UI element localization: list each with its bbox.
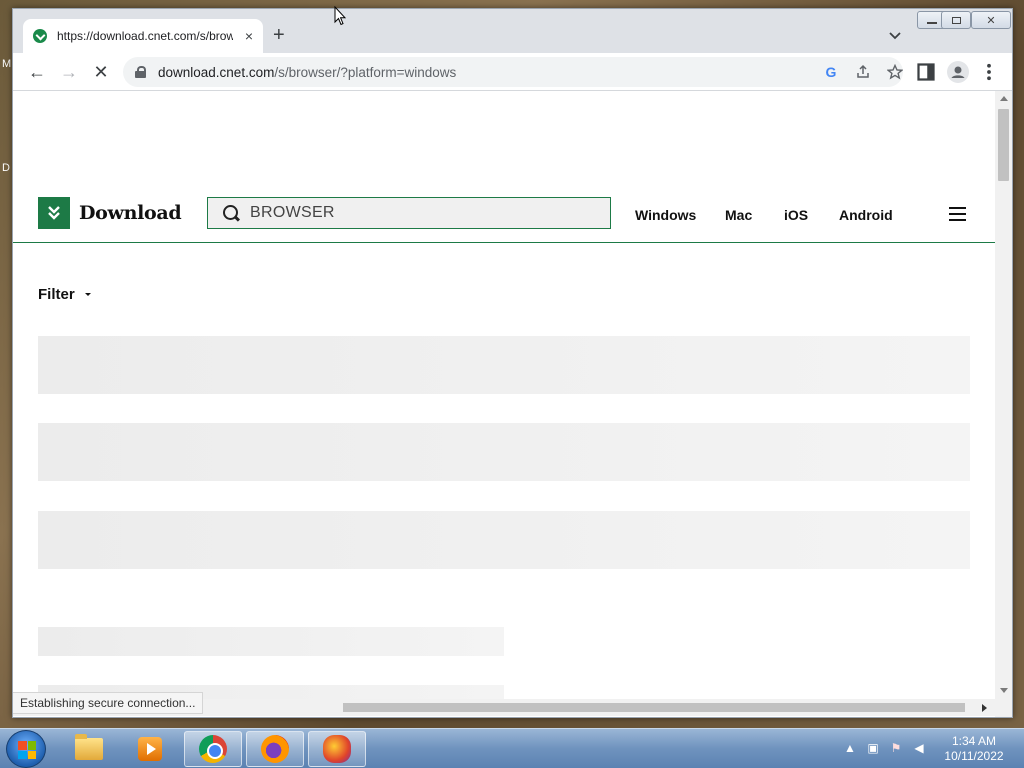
lock-icon[interactable] xyxy=(135,66,146,78)
status-bubble: Establishing secure connection... xyxy=(13,692,204,714)
network-icon[interactable]: ▣ xyxy=(866,741,880,755)
action-center-flag-icon[interactable]: ⚑ xyxy=(889,741,903,755)
windows-logo-icon xyxy=(18,741,36,759)
web-page: Download BROWSER Windows Mac iOS Android… xyxy=(13,91,995,717)
volume-icon[interactable]: ◀ xyxy=(912,741,926,755)
start-button[interactable] xyxy=(6,730,46,768)
browser-toolbar: ← → ✕ download.cnet.com/s/browser/?platf… xyxy=(13,53,1012,91)
hamburger-menu-icon[interactable] xyxy=(949,207,966,221)
filter-label: Filter xyxy=(38,286,75,303)
firefox-icon xyxy=(261,735,289,763)
side-panel-icon[interactable] xyxy=(916,62,936,82)
bookmark-star-icon[interactable] xyxy=(887,64,903,80)
loading-placeholder xyxy=(38,627,504,656)
logo-text: Download xyxy=(79,202,182,224)
loading-placeholder xyxy=(38,511,970,569)
mouse-cursor-icon xyxy=(334,6,346,26)
address-bar[interactable]: download.cnet.com/s/browser/?platform=wi… xyxy=(123,57,903,87)
nav-ios[interactable]: iOS xyxy=(784,207,808,223)
tab-search-icon[interactable] xyxy=(887,27,903,43)
search-icon[interactable] xyxy=(222,204,240,222)
site-header: Download BROWSER Windows Mac iOS Android xyxy=(13,195,995,243)
scroll-thumb[interactable] xyxy=(998,109,1009,181)
chrome-taskbar-button[interactable] xyxy=(184,731,242,767)
google-lens-icon[interactable]: G xyxy=(823,64,839,80)
clock-date: 10/11/2022 xyxy=(944,749,1004,763)
tab-title: https://download.cnet.com/s/browser/?pla… xyxy=(57,29,233,43)
firefox-taskbar-button[interactable] xyxy=(246,731,304,767)
taskbar: ▲ ▣ ⚑ ◀ 1:34 AM 10/11/2022 xyxy=(0,728,1024,768)
desktop-icon-label: D xyxy=(2,162,10,174)
menu-dots-icon[interactable] xyxy=(979,62,999,82)
download-logo-icon xyxy=(38,197,70,229)
loading-placeholder xyxy=(38,336,970,394)
media-player-icon xyxy=(138,737,162,761)
browser-window: https://download.cnet.com/s/browser/?pla… xyxy=(12,8,1013,718)
tab-close-icon[interactable]: × xyxy=(245,28,253,44)
folder-icon xyxy=(75,734,103,760)
close-icon: ✕ xyxy=(986,14,996,27)
active-tab[interactable]: https://download.cnet.com/s/browser/?pla… xyxy=(23,19,263,53)
url-path: /s/browser/?platform=windows xyxy=(274,64,457,80)
scroll-thumb[interactable] xyxy=(343,703,965,712)
stop-loading-button[interactable]: ✕ xyxy=(91,62,111,82)
site-favicon-icon xyxy=(33,29,47,43)
chrome-icon xyxy=(199,735,227,763)
show-hidden-icons-icon[interactable]: ▲ xyxy=(843,741,857,755)
caret-down-icon xyxy=(84,293,91,296)
clock-time: 1:34 AM xyxy=(951,734,997,748)
paint-icon xyxy=(323,735,351,763)
scroll-down-icon[interactable] xyxy=(1000,688,1008,693)
system-tray: ▲ ▣ ⚑ ◀ xyxy=(843,741,926,755)
profile-icon[interactable] xyxy=(947,61,969,83)
nav-mac[interactable]: Mac xyxy=(725,207,752,223)
vertical-scrollbar[interactable] xyxy=(995,91,1012,717)
search-query[interactable]: BROWSER xyxy=(250,204,335,222)
url-domain: download.cnet.com xyxy=(158,64,275,80)
system-clock[interactable]: 1:34 AM 10/11/2022 xyxy=(938,734,1010,764)
desktop-icon-label: M xyxy=(2,58,12,70)
scroll-right-icon[interactable] xyxy=(982,704,987,712)
media-player-taskbar-button[interactable] xyxy=(121,731,179,767)
filter-dropdown[interactable]: Filter xyxy=(38,286,91,303)
loading-placeholder xyxy=(38,423,970,481)
download-logo[interactable]: Download xyxy=(38,197,182,229)
scroll-up-icon[interactable] xyxy=(1000,96,1008,101)
forward-button[interactable]: → xyxy=(59,62,79,82)
back-button[interactable]: ← xyxy=(27,62,47,82)
paint-taskbar-button[interactable] xyxy=(308,731,366,767)
restore-button[interactable] xyxy=(941,11,971,29)
close-window-button[interactable]: ✕ xyxy=(971,11,1011,29)
explorer-taskbar-button[interactable] xyxy=(60,731,118,767)
tab-strip: https://download.cnet.com/s/browser/?pla… xyxy=(13,9,1012,53)
new-tab-button[interactable]: + xyxy=(273,25,285,45)
nav-windows[interactable]: Windows xyxy=(635,207,696,223)
nav-android[interactable]: Android xyxy=(839,207,893,223)
site-search-input[interactable]: BROWSER xyxy=(207,197,611,229)
share-icon[interactable] xyxy=(855,64,871,80)
